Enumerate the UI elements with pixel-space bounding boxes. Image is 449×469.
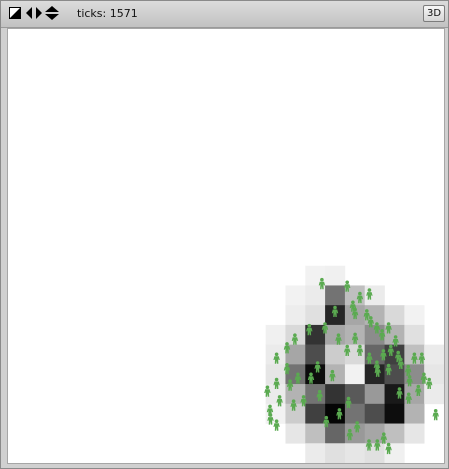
patch	[305, 423, 326, 444]
patch	[325, 364, 346, 385]
patch	[404, 403, 425, 424]
patch	[285, 423, 306, 444]
world-canvas	[264, 265, 444, 463]
ticks-counter: ticks: 1571	[77, 7, 138, 20]
move-up-down-icon[interactable]	[45, 6, 59, 20]
patch	[404, 423, 425, 444]
patch	[285, 305, 306, 326]
patch	[285, 285, 306, 306]
patch	[325, 344, 346, 365]
patch	[344, 443, 366, 463]
view-toolbar: ticks: 1571 3D	[1, 1, 448, 28]
patch	[325, 265, 346, 286]
patch	[325, 324, 346, 345]
patch	[424, 364, 444, 385]
move-left-right-icon[interactable]	[26, 7, 42, 19]
patch	[305, 443, 326, 463]
patch	[424, 384, 444, 405]
person-turtle-icon	[432, 409, 439, 421]
patch	[404, 324, 425, 345]
patch	[325, 285, 346, 306]
3d-view-button[interactable]: 3D	[423, 5, 445, 22]
patch	[305, 403, 326, 424]
patch	[305, 384, 326, 405]
patch	[325, 423, 346, 444]
patch	[285, 403, 306, 424]
patch	[265, 364, 286, 385]
patch	[344, 364, 366, 385]
world-view[interactable]	[7, 28, 445, 464]
netlogo-view-window: ticks: 1571 3D	[0, 0, 449, 469]
patch	[424, 344, 444, 365]
patch	[364, 285, 385, 306]
patch	[404, 305, 425, 326]
patch	[305, 344, 326, 365]
patch	[384, 403, 405, 424]
patch	[364, 403, 385, 424]
size-toggle-icon[interactable]	[9, 7, 21, 19]
patch	[384, 423, 405, 444]
patch	[305, 305, 326, 326]
patch	[325, 443, 346, 463]
patch	[364, 384, 385, 405]
patch	[325, 384, 346, 405]
patch	[384, 305, 405, 326]
patch	[265, 324, 286, 345]
